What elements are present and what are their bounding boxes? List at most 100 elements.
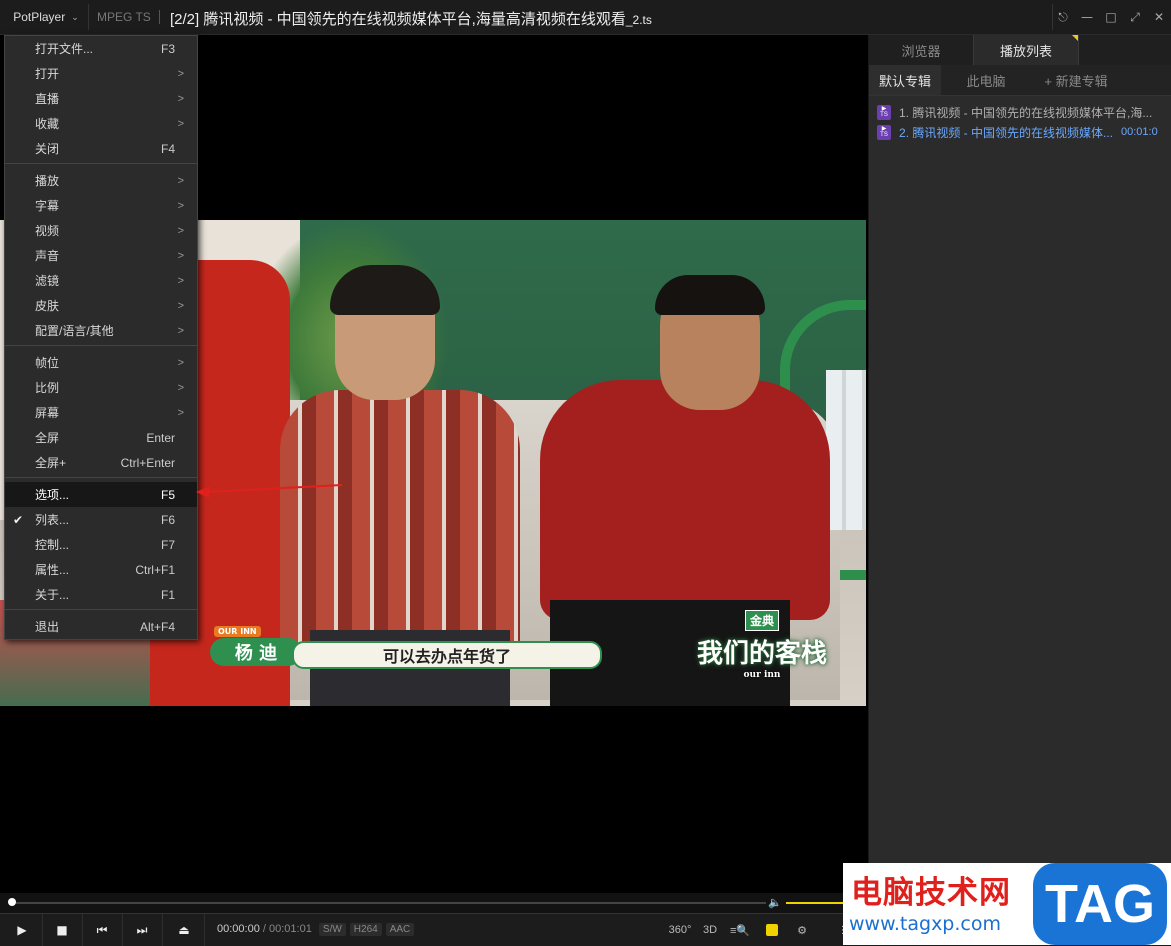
tab-browser[interactable]: 浏览器: [869, 35, 973, 65]
playlist-item[interactable]: ▶ TS 1. 腾讯视频 - 中国领先的在线视频媒体平台,海...: [877, 103, 1171, 121]
menu-item-open-file[interactable]: 打开文件... F3: [5, 36, 197, 61]
audio-codec-chip[interactable]: AAC: [385, 923, 415, 936]
watermark-logo: TAG: [1033, 863, 1167, 945]
seek-handle[interactable]: [8, 898, 16, 906]
chat-icon[interactable]: [762, 914, 782, 946]
total-time: 00:01:01: [269, 923, 312, 935]
chevron-right-icon: >: [177, 117, 184, 130]
window-title-main: [2/2] 腾讯视频 - 中国领先的在线视频媒体平台,海量高清视频在线观看: [170, 11, 626, 28]
chevron-right-icon: >: [177, 324, 184, 337]
ts-file-icon: ▶ TS: [877, 104, 891, 120]
show-logo: 金典 我们的客栈 our inn: [697, 600, 827, 680]
stop-icon: ■: [56, 923, 68, 937]
menu-item-control[interactable]: 控制... F7: [5, 532, 197, 557]
tab-default-album[interactable]: 默认专辑: [869, 65, 941, 95]
next-button[interactable]: ⏭: [122, 914, 163, 946]
chevron-right-icon: >: [177, 249, 184, 262]
format-label: MPEG TS: [97, 10, 151, 24]
video-codec-chip[interactable]: H264: [349, 923, 382, 936]
gear-icon[interactable]: ⚙: [792, 914, 812, 946]
main-menu: 打开文件... F3 打开 > 直播 > 收藏 > 关闭 F4 播放 > 字幕 > 视频 > 声…: [4, 35, 198, 640]
title-bar: PotPlayer ⌄ MPEG TS [2/2] 腾讯视频 - 中国领先的在线…: [0, 0, 1171, 35]
tab-playlist[interactable]: 播放列表: [973, 35, 1079, 65]
time-display: 00:00:00 / 00:01:01 S/W H264 AAC: [217, 923, 415, 936]
app-name: PotPlayer: [13, 10, 66, 24]
title-divider: [159, 10, 160, 24]
chevron-right-icon: >: [177, 274, 184, 287]
menu-item-config[interactable]: 配置/语言/其他 >: [5, 318, 197, 343]
menu-item-fullscreen-plus[interactable]: 全屏+ Ctrl+Enter: [5, 450, 197, 475]
show-logo-tag: our inn: [743, 670, 781, 680]
fullscreen-icon[interactable]: ⤢: [1123, 0, 1147, 34]
menu-item-live[interactable]: 直播 >: [5, 86, 197, 111]
menu-separator: [5, 163, 197, 164]
chevron-right-icon: >: [177, 224, 184, 237]
album-tabs: 默认专辑 此电脑 + 新建专辑: [869, 65, 1171, 96]
tab-this-pc[interactable]: 此电脑: [941, 65, 1031, 95]
search-subtitle-icon[interactable]: ≡🔍: [728, 914, 752, 946]
minimize-icon[interactable]: —: [1075, 0, 1099, 34]
maximize-icon[interactable]: □: [1099, 0, 1123, 34]
tab-playlist-label: 播放列表: [999, 43, 1052, 59]
menu-separator: [5, 477, 197, 478]
3d-button[interactable]: 3D: [700, 914, 720, 946]
playlist-item-title: 2. 腾讯视频 - 中国领先的在线视频媒体...: [899, 125, 1114, 140]
chevron-right-icon: >: [177, 92, 184, 105]
menu-item-filters[interactable]: 滤镜 >: [5, 268, 197, 293]
skip-next-icon: ⏭: [136, 922, 148, 937]
menu-separator: [5, 345, 197, 346]
menu-item-subtitles[interactable]: 字幕 >: [5, 193, 197, 218]
menu-item-exit[interactable]: 退出 Alt+F4: [5, 614, 197, 639]
eject-icon: ⏏: [178, 923, 190, 937]
menu-item-close[interactable]: 关闭 F4: [5, 136, 197, 161]
app-menu-button[interactable]: PotPlayer ⌄: [4, 4, 89, 30]
chevron-right-icon: >: [177, 406, 184, 419]
vr360-button[interactable]: 360°: [668, 914, 692, 946]
playlist-panel: 浏览器 播放列表 默认专辑 此电脑 + 新建专辑 ▶ TS 1. 腾讯视频 - 中…: [868, 35, 1171, 893]
watermark-url: www.tagxp.com: [849, 913, 1001, 935]
window-title: [2/2] 腾讯视频 - 中国领先的在线视频媒体平台,海量高清视频在线观看_2.…: [170, 8, 652, 29]
pin-icon[interactable]: ⎋: [1051, 0, 1075, 34]
playlist-item-duration: 00:01:0: [1121, 126, 1158, 138]
chevron-right-icon: >: [177, 356, 184, 369]
seek-bar[interactable]: [12, 902, 766, 904]
current-time: 00:00:00: [217, 923, 260, 935]
playlist-item-current[interactable]: ▶ TS 2. 腾讯视频 - 中国领先的在线视频媒体... 00:01:0: [877, 123, 1171, 141]
show-logo-badge: 金典: [744, 610, 779, 631]
chevron-down-icon: ⌄: [71, 11, 79, 22]
show-logo-text: 我们的客栈: [697, 639, 828, 669]
chevron-right-icon: >: [177, 299, 184, 312]
decoder-chip[interactable]: S/W: [318, 923, 346, 936]
menu-item-playback[interactable]: 播放 >: [5, 168, 197, 193]
stop-button[interactable]: ■: [42, 914, 83, 946]
window-buttons: ⎋ — □ ⤢ ✕: [1051, 0, 1171, 34]
window-title-ext: _2.ts: [625, 13, 652, 27]
playlist-item-title: 1. 腾讯视频 - 中国领先的在线视频媒体平台,海...: [899, 105, 1153, 120]
play-icon: ▶: [17, 923, 27, 937]
skip-previous-icon: ⏮: [96, 922, 108, 937]
annotation-arrow-icon: [196, 484, 343, 498]
menu-item-open[interactable]: 打开 >: [5, 61, 197, 86]
menu-item-properties[interactable]: 属性... Ctrl+F1: [5, 557, 197, 582]
name-badge-top: OUR INN: [214, 626, 261, 637]
menu-item-playlist[interactable]: ✔ 列表... F6: [5, 507, 197, 532]
menu-item-screen[interactable]: 屏幕 >: [5, 400, 197, 425]
menu-item-skins[interactable]: 皮肤 >: [5, 293, 197, 318]
close-icon[interactable]: ✕: [1147, 0, 1171, 34]
volume-icon[interactable]: 🔈: [768, 896, 782, 909]
eject-button[interactable]: ⏏: [164, 914, 205, 946]
menu-item-audio[interactable]: 声音 >: [5, 243, 197, 268]
menu-item-frame[interactable]: 帧位 >: [5, 350, 197, 375]
menu-item-fullscreen[interactable]: 全屏 Enter: [5, 425, 197, 450]
menu-item-favorites[interactable]: 收藏 >: [5, 111, 197, 136]
menu-item-about[interactable]: 关于... F1: [5, 582, 197, 607]
previous-button[interactable]: ⏮: [82, 914, 123, 946]
ts-file-icon: ▶ TS: [877, 124, 891, 140]
menu-item-video[interactable]: 视频 >: [5, 218, 197, 243]
watermark: 电脑技术网 www.tagxp.com TAG: [843, 863, 1171, 945]
chevron-right-icon: >: [177, 199, 184, 212]
play-button[interactable]: ▶: [2, 914, 43, 946]
menu-item-ratio[interactable]: 比例 >: [5, 375, 197, 400]
menu-item-options[interactable]: 选项... F5: [5, 482, 197, 507]
new-album-button[interactable]: + 新建专辑: [1031, 65, 1121, 95]
